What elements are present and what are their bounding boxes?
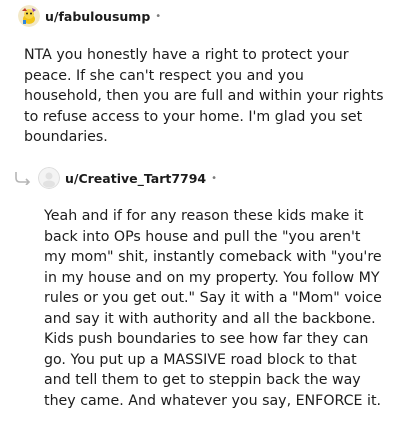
- comment-1-username[interactable]: u/fabulousump: [45, 9, 150, 24]
- snoo-avatar-icon[interactable]: [18, 5, 40, 27]
- comment-2-separator: •: [211, 172, 218, 184]
- comment-2-username[interactable]: u/Creative_Tart7794: [65, 171, 206, 186]
- comment-1-separator: •: [155, 10, 162, 22]
- comment-1-body: NTA you honestly have a right to protect…: [24, 47, 384, 145]
- comment-1-meta: u/fabulousump •: [18, 5, 161, 27]
- comment-2-body: Yeah and if for any reason these kids ma…: [44, 208, 382, 409]
- default-avatar-icon[interactable]: [38, 167, 60, 189]
- comment-2-meta: u/Creative_Tart7794 •: [38, 167, 217, 189]
- reply-arrow-icon: [14, 170, 32, 189]
